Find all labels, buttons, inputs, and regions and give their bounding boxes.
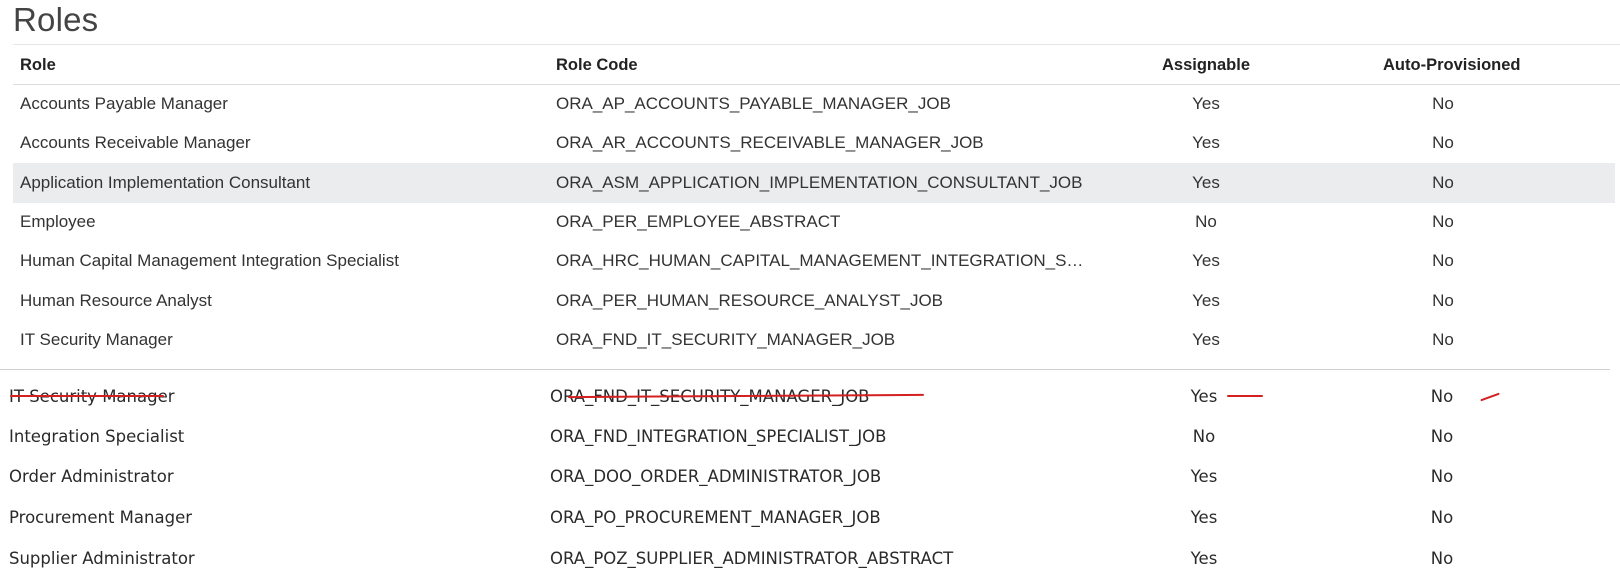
table-row-selected[interactable]: Application Implementation Consultant OR… <box>13 163 1615 203</box>
assignable-value: No <box>1195 212 1217 231</box>
role-code: ORA_ASM_APPLICATION_IMPLEMENTATION_CONSU… <box>556 173 1083 192</box>
assignable-value: Yes <box>1192 251 1220 270</box>
role-name: Employee <box>20 212 96 231</box>
assignable-value: Yes <box>1192 330 1220 349</box>
role-code: ORA_PER_EMPLOYEE_ABSTRACT <box>556 212 841 231</box>
role-code: ORA_PO_PROCUREMENT_MANAGER_JOB <box>550 508 881 527</box>
role-code: ORA_FND_INTEGRATION_SPECIALIST_JOB <box>550 427 887 446</box>
table-row-struck-out: IT Security Manager ORA_FND_IT_SECURITY_… <box>0 381 1620 421</box>
assignable-value: Yes <box>1192 133 1220 152</box>
auto-provisioned-value: No <box>1430 508 1454 527</box>
role-name: Integration Specialist <box>9 427 185 446</box>
strikethrough-mark <box>10 395 164 397</box>
role-name: Supplier Administrator <box>9 549 195 568</box>
column-header-role-code[interactable]: Role Code <box>556 55 638 75</box>
auto-provisioned-value: No <box>1430 549 1454 568</box>
role-name: Application Implementation Consultant <box>20 173 311 192</box>
table-row[interactable]: Accounts Payable Manager ORA_AP_ACCOUNTS… <box>13 84 1615 124</box>
auto-provisioned-value: No <box>1432 330 1454 349</box>
table-row[interactable]: IT Security Manager ORA_FND_IT_SECURITY_… <box>13 320 1615 360</box>
strikethrough-mark <box>1227 395 1263 397</box>
role-name: Accounts Payable Manager <box>20 94 228 113</box>
assignable-value: Yes <box>1190 549 1218 568</box>
table-row[interactable]: Human Capital Management Integration Spe… <box>13 241 1615 281</box>
auto-provisioned-value: No <box>1432 173 1454 192</box>
role-code: ORA_HRC_HUMAN_CAPITAL_MANAGEMENT_INTEGRA… <box>556 251 1084 270</box>
role-name: Order Administrator <box>9 467 174 486</box>
role-name: IT Security Manager <box>9 387 175 407</box>
role-name: Procurement Manager <box>9 508 192 527</box>
role-name: IT Security Manager <box>20 330 173 349</box>
column-header-assignable[interactable]: Assignable <box>1151 55 1261 75</box>
table-row[interactable]: Order Administrator ORA_DOO_ORDER_ADMINI… <box>0 461 1620 501</box>
assignable-value: Yes <box>1190 508 1218 527</box>
table-row[interactable]: Accounts Receivable Manager ORA_AR_ACCOU… <box>13 123 1615 163</box>
table-row[interactable]: Integration Specialist ORA_FND_INTEGRATI… <box>0 421 1620 461</box>
auto-provisioned-value: No <box>1432 133 1454 152</box>
role-code: ORA_PER_HUMAN_RESOURCE_ANALYST_JOB <box>556 291 944 310</box>
role-code: ORA_AR_ACCOUNTS_RECEIVABLE_MANAGER_JOB <box>556 133 984 152</box>
assignable-value: Yes <box>1192 291 1220 310</box>
auto-provisioned-value: No <box>1432 94 1454 113</box>
table-row[interactable]: Procurement Manager ORA_PO_PROCUREMENT_M… <box>0 502 1620 542</box>
role-name: Human Capital Management Integration Spe… <box>20 251 399 270</box>
role-code: ORA_DOO_ORDER_ADMINISTRATOR_JOB <box>550 467 882 486</box>
assignable-value: Yes <box>1192 94 1220 113</box>
column-header-auto-provisioned[interactable]: Auto-Provisioned <box>1383 55 1521 75</box>
role-code: ORA_AP_ACCOUNTS_PAYABLE_MANAGER_JOB <box>556 94 951 113</box>
section-divider <box>0 369 1610 370</box>
table-header: Role Role Code Assignable Auto-Provision… <box>13 45 1620 85</box>
auto-provisioned-value: No <box>1432 291 1454 310</box>
role-name: Human Resource Analyst <box>20 291 212 310</box>
table-row[interactable]: Employee ORA_PER_EMPLOYEE_ABSTRACT No No <box>13 202 1615 242</box>
page-title: Roles <box>13 1 99 38</box>
role-name: Accounts Receivable Manager <box>20 133 251 152</box>
assignable-value: Yes <box>1190 387 1218 406</box>
auto-provisioned-value: No <box>1432 212 1454 231</box>
table-row[interactable]: Supplier Administrator ORA_POZ_SUPPLIER_… <box>0 543 1620 583</box>
assignable-value: Yes <box>1190 467 1218 486</box>
role-code: ORA_POZ_SUPPLIER_ADMINISTRATOR_ABSTRACT <box>550 549 954 568</box>
role-code: ORA_FND_IT_SECURITY_MANAGER_JOB <box>556 330 896 349</box>
assignable-value: No <box>1192 427 1216 446</box>
table-row[interactable]: Human Resource Analyst ORA_PER_HUMAN_RES… <box>13 281 1615 321</box>
auto-provisioned-value: No <box>1432 251 1454 270</box>
assignable-value: Yes <box>1192 173 1220 192</box>
auto-provisioned-value: No <box>1430 467 1454 486</box>
column-header-role[interactable]: Role <box>20 55 56 75</box>
auto-provisioned-value: No <box>1430 427 1454 446</box>
